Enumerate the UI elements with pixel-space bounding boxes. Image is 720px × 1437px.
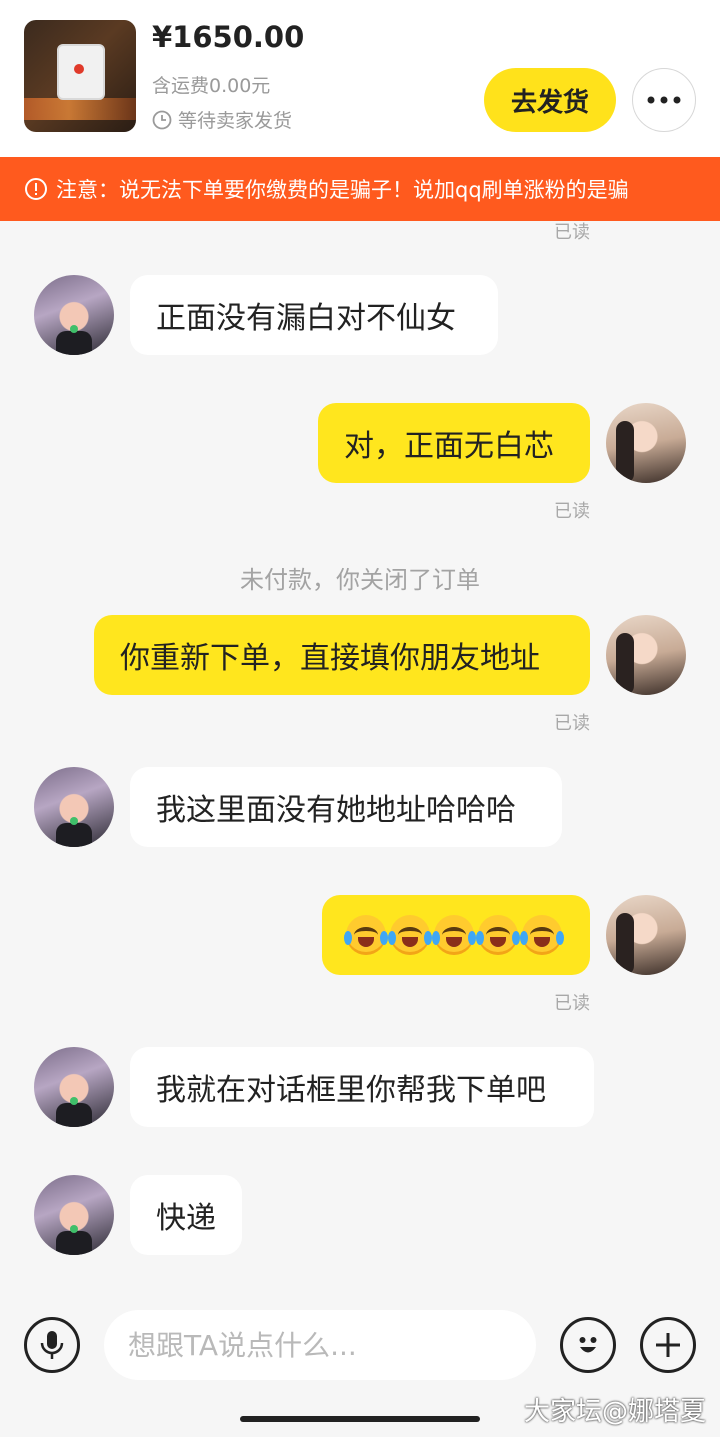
microphone-icon <box>40 1331 64 1359</box>
seller-avatar[interactable] <box>34 1175 114 1255</box>
loudly-crying-face-icon <box>476 915 520 955</box>
more-actions-button[interactable] <box>640 1317 696 1373</box>
seller-avatar[interactable] <box>34 275 114 355</box>
message-input[interactable] <box>104 1310 536 1380</box>
thumbnail-background-stripe <box>24 98 136 120</box>
my-avatar[interactable] <box>606 403 686 483</box>
my-avatar[interactable] <box>606 895 686 975</box>
read-receipt: 已读 <box>554 993 590 1014</box>
loudly-crying-face-icon <box>344 915 388 955</box>
warning-text: 注意：说无法下单要你缴费的是骗子！说加qq刷单涨粉的是骗 <box>56 178 629 202</box>
more-icon <box>647 96 681 104</box>
ship-button[interactable]: 去发货 <box>484 68 616 132</box>
gem-stone <box>74 64 84 74</box>
my-avatar[interactable] <box>606 615 686 695</box>
clock-icon <box>152 110 172 129</box>
emoji-button[interactable] <box>560 1317 616 1373</box>
product-thumbnail[interactable] <box>24 20 136 132</box>
order-status-text: 等待卖家发货 <box>178 110 293 132</box>
message-bubble-incoming[interactable]: 快递 <box>130 1175 242 1255</box>
loudly-crying-face-icon <box>388 915 432 955</box>
seller-avatar[interactable] <box>34 1047 114 1127</box>
message-bubble-outgoing[interactable]: 你重新下单，直接填你朋友地址 <box>94 615 590 695</box>
loudly-crying-face-icon <box>520 915 564 955</box>
emoji-icon <box>579 1337 597 1353</box>
voice-button[interactable] <box>24 1317 80 1373</box>
order-product-card[interactable]: ¥1650.00 含运费0.00元 等待卖家发货 去发货 <box>0 0 720 157</box>
read-receipt: 已读 <box>554 222 590 243</box>
read-receipt: 已读 <box>554 713 590 734</box>
message-input-bar <box>0 1298 720 1393</box>
message-bubble-outgoing-emoji[interactable] <box>322 895 590 975</box>
emoji-row <box>344 915 564 955</box>
order-status: 等待卖家发货 <box>152 106 292 133</box>
message-bubble-incoming[interactable]: 我这里面没有她地址哈哈哈 <box>130 767 562 847</box>
message-bubble-incoming[interactable]: 正面没有漏白对不仙女 <box>130 275 498 355</box>
seller-avatar[interactable] <box>34 767 114 847</box>
watermark: 大家坛@娜塔夏 <box>523 1397 706 1427</box>
message-bubble-outgoing[interactable]: 对，正面无白芯 <box>318 403 590 483</box>
system-message: 未付款，你关闭了订单 <box>240 566 480 594</box>
fraud-warning-banner: 注意：说无法下单要你缴费的是骗子！说加qq刷单涨粉的是骗 <box>0 157 720 221</box>
warning-icon <box>25 178 47 200</box>
shipping-fee: 含运费0.00元 <box>152 75 271 97</box>
loudly-crying-face-icon <box>432 915 476 955</box>
message-bubble-incoming[interactable]: 我就在对话框里你帮我下单吧 <box>130 1047 594 1127</box>
plus-icon <box>656 1333 680 1357</box>
more-options-button[interactable] <box>632 68 696 132</box>
read-receipt: 已读 <box>554 501 590 522</box>
product-price: ¥1650.00 <box>152 20 305 54</box>
home-indicator[interactable] <box>240 1416 480 1422</box>
